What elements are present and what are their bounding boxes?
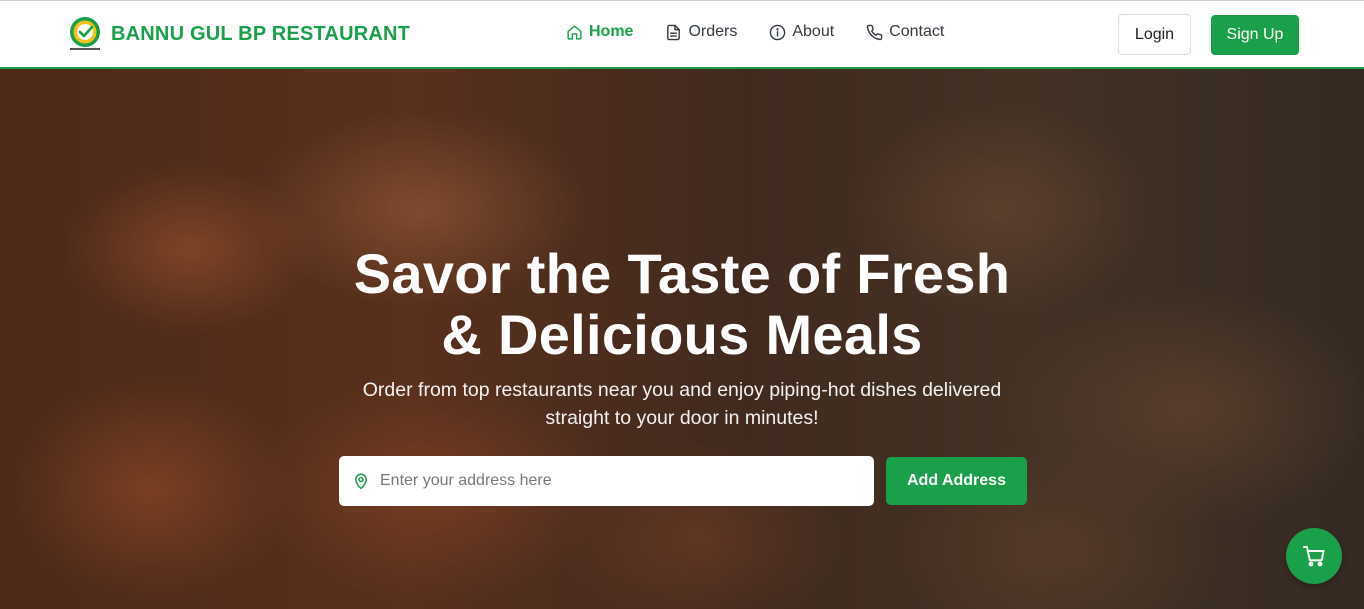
nav-about-label: About [792, 23, 835, 40]
nav-contact-label: Contact [889, 23, 945, 40]
address-field[interactable] [339, 456, 874, 506]
restaurant-logo-icon [70, 17, 100, 50]
hero-subtitle-line-1: Order from top restaurants near you and … [362, 379, 1002, 401]
hero-subtitle-line-2: straight to your door in minutes! [545, 407, 819, 429]
document-icon [667, 24, 681, 40]
hero-section: Savor the Taste of Fresh & Delicious Mea… [0, 69, 1364, 609]
nav-about[interactable]: About [769, 23, 834, 41]
home-icon [567, 24, 582, 40]
add-address-button[interactable]: Add Address [886, 457, 1027, 505]
hero-title-line-2: & Delicious Meals [441, 303, 923, 366]
nav-contact[interactable]: Contact [866, 23, 944, 41]
nav-orders[interactable]: Orders [665, 23, 737, 41]
nav-home[interactable]: Home [566, 23, 633, 41]
brand[interactable]: BANNU GUL BP RESTAURANT [66, 14, 410, 54]
main-nav: Home Orders About Contact [566, 23, 944, 41]
phone-icon [866, 24, 883, 40]
cart-icon [1303, 546, 1325, 567]
brand-name: BANNU GUL BP RESTAURANT [111, 22, 411, 45]
nav-orders-label: Orders [688, 23, 738, 40]
cart-button[interactable] [1286, 528, 1342, 584]
signup-button[interactable]: Sign Up [1211, 15, 1299, 55]
nav-home-label: Home [589, 23, 634, 40]
hero-title: Savor the Taste of Fresh & Delicious Mea… [282, 243, 1082, 365]
location-pin-icon [355, 473, 367, 490]
info-icon [770, 24, 786, 40]
hero-title-line-1: Savor the Taste of Fresh [353, 242, 1011, 305]
site-header: BANNU GUL BP RESTAURANT Home Orders Abou… [0, 0, 1364, 69]
login-button[interactable]: Login [1118, 14, 1191, 55]
address-input[interactable] [380, 472, 860, 490]
hero-subtitle: Order from top restaurants near you and … [332, 376, 1032, 432]
